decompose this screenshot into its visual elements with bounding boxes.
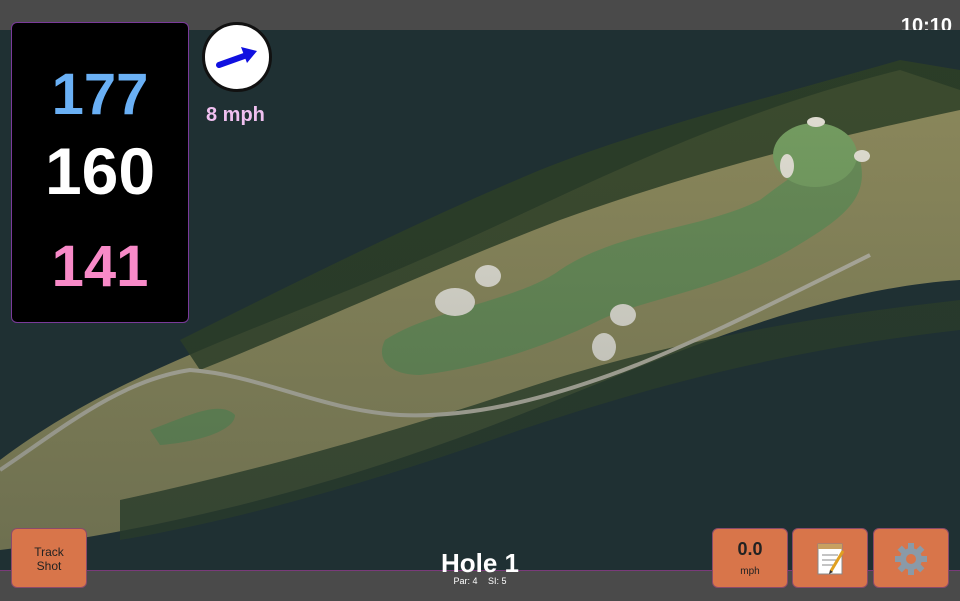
track-shot-label-line2: Shot	[36, 559, 62, 573]
speed-value: 0.0	[737, 539, 763, 559]
notes-button[interactable]	[792, 528, 868, 588]
hole-title: Hole 1	[440, 548, 520, 578]
notepad-icon	[817, 543, 845, 575]
wind-indicator	[202, 22, 272, 92]
hole-stroke-index: SI: 5	[488, 576, 507, 586]
hole-par: Par: 4	[453, 576, 478, 586]
speed-unit: mph	[740, 566, 760, 577]
track-shot-button[interactable]: Track Shot	[11, 528, 87, 588]
wind-speed: 8 mph	[206, 104, 265, 126]
settings-button[interactable]	[873, 528, 949, 588]
distance-panel: 177 160 141	[11, 22, 189, 323]
hole-info: Par: 4 SI: 5	[380, 576, 580, 586]
gear-icon	[895, 543, 927, 575]
track-shot-label-line1: Track	[34, 545, 64, 559]
center-distance: 160	[44, 134, 156, 208]
back-distance: 177	[51, 62, 149, 127]
speed-button[interactable]: 0.0 mph	[712, 528, 788, 588]
wind-direction-arrow-icon	[216, 47, 257, 68]
front-distance: 141	[51, 234, 149, 299]
